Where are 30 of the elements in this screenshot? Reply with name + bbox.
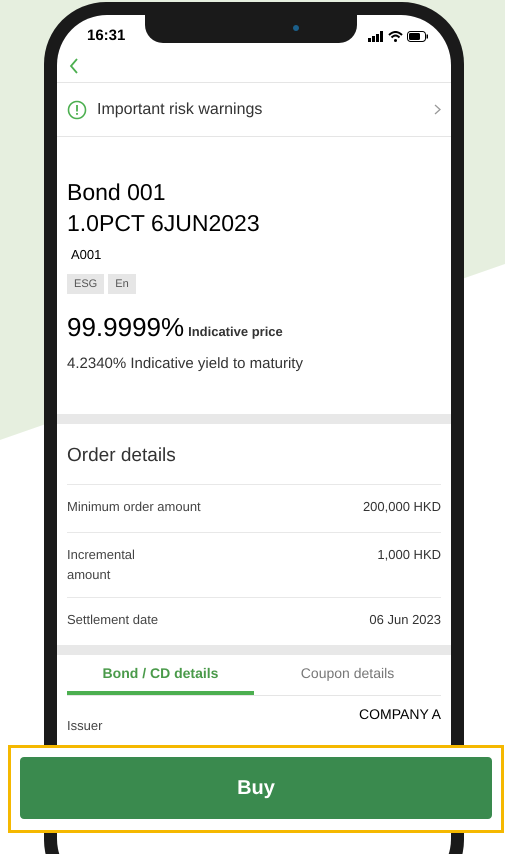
row-label: Minimum order amount: [67, 498, 201, 516]
price-label: Indicative price: [188, 323, 283, 341]
camera-icon: [293, 25, 299, 31]
back-icon[interactable]: [69, 58, 79, 74]
bond-description: 1.0PCT 6JUN2023: [67, 209, 261, 238]
chevron-right-icon: [434, 104, 441, 115]
tab[interactable]: Bond / CD details: [67, 655, 254, 695]
warning-icon: [67, 100, 87, 120]
tab[interactable]: Coupon details: [254, 655, 441, 695]
detail-label: Issuer: [67, 717, 102, 735]
status-time: 16:31: [87, 26, 126, 46]
tag: ESG: [67, 274, 104, 294]
buy-button[interactable]: Buy: [20, 757, 492, 819]
row-value: 1,000 HKD: [377, 546, 441, 564]
battery-icon: [407, 30, 429, 42]
bond-code: A001: [71, 246, 102, 264]
risk-warning-label: Important risk warnings: [97, 100, 264, 120]
bond-name: Bond 001: [67, 178, 166, 207]
signal-icon: [368, 30, 384, 42]
row-label: Settlement date: [67, 611, 158, 629]
wifi-icon: [388, 30, 403, 42]
detail-value: COMPANY A: [359, 705, 441, 724]
tag: En: [108, 274, 136, 294]
row-value: 200,000 HKD: [362, 498, 441, 516]
section-title: Order details: [67, 444, 177, 468]
risk-warning-row[interactable]: Important risk warnings: [57, 83, 451, 137]
yield-text: 4.2340% Indicative yield to maturity: [67, 354, 304, 374]
price-value: 99.9999%: [67, 311, 184, 344]
row-value: 06 Jun 2023: [369, 611, 441, 629]
row-label: Incremental amount: [67, 546, 136, 584]
